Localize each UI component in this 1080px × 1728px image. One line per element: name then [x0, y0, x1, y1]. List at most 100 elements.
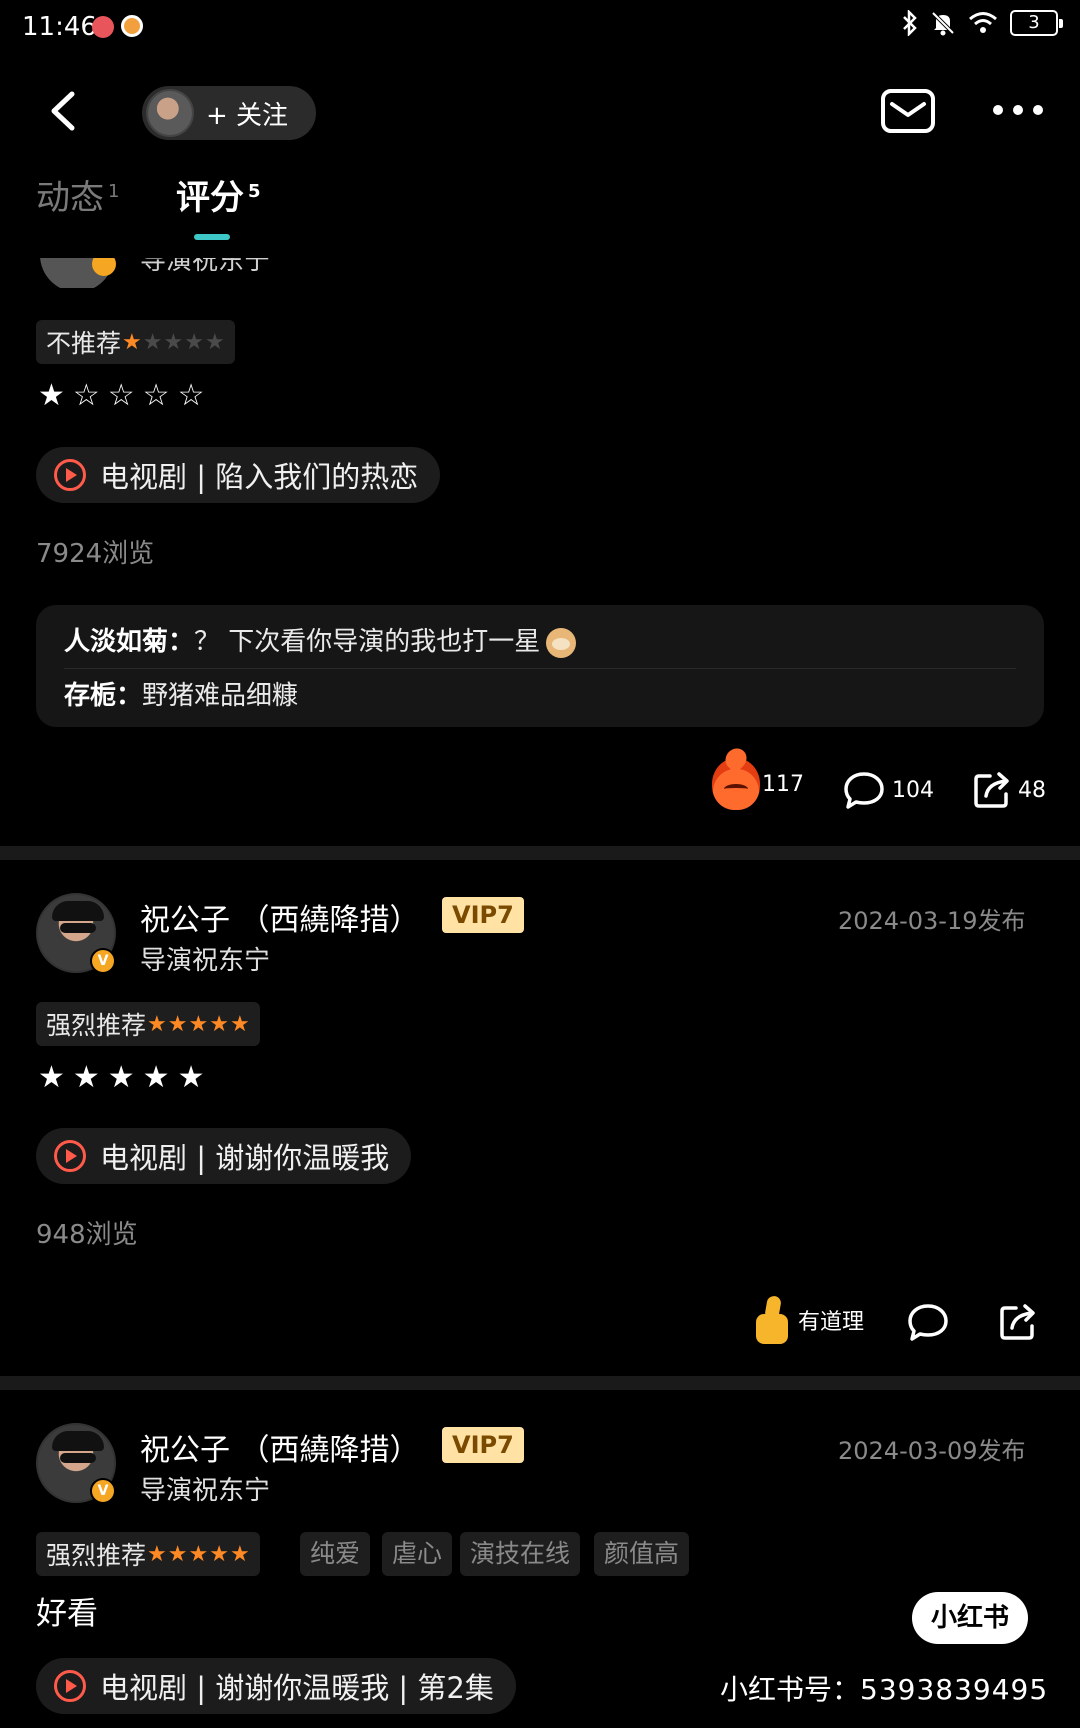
star-icon: ★ [167, 1541, 188, 1567]
star-text: ★☆☆☆☆ [38, 378, 213, 413]
share-count: 48 [1018, 777, 1046, 803]
star-icon: ★ [184, 329, 204, 355]
id-label: 小红书号： [720, 1673, 861, 1706]
star-icon: ★ [188, 1541, 209, 1567]
tab-count: 5 [248, 180, 261, 202]
share-icon [1000, 1304, 1035, 1340]
tag-chip: 演技在线 [460, 1532, 581, 1576]
author-subtitle: 导演祝东宁 [140, 946, 271, 976]
vip-badge: VIP7 [442, 1427, 524, 1463]
post-divider [0, 1376, 1080, 1390]
share-icon [974, 772, 1009, 808]
tab-label: 评分 [176, 178, 244, 218]
agree-button[interactable]: 有道理 [752, 1294, 865, 1344]
profile-tabs: 动态 1 评分 5 [0, 160, 1080, 240]
verified-badge [92, 258, 116, 276]
rating-chip: 强烈推荐 ★ ★ ★ ★ ★ [36, 1532, 260, 1576]
comment-text: ？ 下次看你导演的我也打一星 [194, 627, 541, 657]
post-divider [0, 846, 1080, 860]
star-icon: ★ [188, 1011, 209, 1037]
verified-badge: V [90, 1478, 116, 1504]
comment-item: 人淡如菊：？ 下次看你导演的我也打一星 [64, 621, 577, 658]
play-icon [54, 1670, 86, 1702]
rating-chip: 不推荐 ★ ★ ★ ★ ★ [36, 320, 235, 364]
xiaohongshu-logo: 小红书 [912, 1592, 1028, 1644]
star-icon: ★ [209, 1011, 229, 1037]
back-button[interactable] [40, 86, 90, 136]
thumbs-up-icon [752, 1294, 792, 1344]
tab-dynamics[interactable]: 动态 1 [36, 170, 119, 219]
tag-chip: 虐心 [382, 1532, 453, 1576]
fire-reaction-button[interactable]: 117 [712, 758, 804, 810]
cut-post-header: 导演祝东宁 [40, 258, 340, 288]
post-date: 2024-03-19发布 [838, 907, 1026, 935]
star-icon: ★ [204, 329, 225, 355]
comment-preview[interactable]: 人淡如菊：？ 下次看你导演的我也打一星 存栀：野猪难品细糠 [36, 605, 1044, 727]
author-subtitle: 导演祝东宁 [140, 258, 271, 276]
status-time: 11:46 [22, 12, 97, 42]
media-label: 电视剧 | 谢谢你温暖我 [100, 1141, 390, 1175]
comment-button[interactable] [906, 1302, 950, 1342]
fire-icon [712, 758, 760, 810]
comment-item: 存栀：野猪难品细糠 [64, 675, 298, 712]
play-icon [54, 1140, 86, 1172]
bluetooth-icon [903, 10, 917, 36]
review-text: 好看 [36, 1596, 98, 1632]
author-name[interactable]: 祝公子 （西繞降措） [140, 1425, 420, 1469]
id-value: 5393839495 [860, 1673, 1049, 1706]
star-icon: ★ [229, 1011, 250, 1037]
star-icon: ★ [147, 1541, 167, 1567]
divider [64, 668, 1016, 669]
comment-count: 104 [892, 777, 934, 803]
post-actions: 117 104 48 [0, 758, 1080, 818]
tag-chip: 纯爱 [300, 1532, 371, 1576]
follow-label: + 关注 [206, 101, 289, 131]
star-icon: ★ [147, 1011, 167, 1037]
star-icon: ★ [229, 1541, 250, 1567]
agree-label: 有道理 [798, 1310, 865, 1335]
profile-header: + 关注 [0, 70, 1080, 160]
recommendation-label: 不推荐 [46, 329, 122, 358]
mail-icon[interactable] [880, 88, 936, 134]
recommendation-label: 强烈推荐 [46, 1011, 147, 1040]
doge-emoji-icon [546, 627, 577, 658]
comment-user: 存栀： [64, 681, 143, 711]
comment-icon [844, 772, 884, 809]
tab-ratings[interactable]: 评分 5 [176, 170, 261, 219]
view-count: 948浏览 [36, 1220, 138, 1250]
battery-indicator: 3 [1010, 10, 1063, 36]
status-bar: 11:46 3 [0, 0, 1080, 60]
mute-icon [931, 11, 955, 36]
media-link[interactable]: 电视剧 | 谢谢你温暖我 | 第2集 [36, 1658, 516, 1714]
wifi-icon [969, 12, 997, 33]
verified-badge: V [90, 948, 116, 974]
media-label: 电视剧 | 谢谢你温暖我 | 第2集 [100, 1671, 494, 1705]
xiaohongshu-id: 小红书号：5393839495 [720, 1668, 1048, 1708]
notification-icon [92, 16, 114, 38]
post-actions: 有道理 [0, 1292, 1080, 1352]
author-name[interactable]: 祝公子 （西繞降措） [140, 895, 420, 939]
star-text: ★★★★★ [38, 1060, 213, 1095]
fire-count: 117 [762, 771, 804, 797]
tab-label: 动态 [36, 178, 104, 218]
comment-icon [908, 1304, 948, 1341]
author-subtitle: 导演祝东宁 [140, 1476, 271, 1506]
comment-button[interactable]: 104 [842, 770, 934, 810]
tag-chip: 颜值高 [594, 1532, 690, 1576]
view-count: 7924浏览 [36, 539, 155, 569]
share-button[interactable] [998, 1302, 1038, 1342]
more-icon[interactable] [990, 90, 1046, 130]
comment-user: 人淡如菊： [64, 627, 195, 657]
share-button[interactable]: 48 [972, 770, 1046, 810]
star-icon: ★ [167, 1011, 188, 1037]
play-icon [54, 459, 86, 491]
tab-indicator [194, 234, 230, 240]
media-link[interactable]: 电视剧 | 谢谢你温暖我 [36, 1128, 412, 1184]
vip-badge: VIP7 [442, 897, 524, 933]
star-icon: ★ [122, 329, 142, 355]
star-icon: ★ [142, 329, 163, 355]
follow-button[interactable]: + 关注 [142, 86, 316, 140]
media-label: 电视剧 | 陷入我们的热恋 [100, 460, 419, 494]
avatar [146, 89, 194, 137]
media-link[interactable]: 电视剧 | 陷入我们的热恋 [36, 447, 441, 503]
